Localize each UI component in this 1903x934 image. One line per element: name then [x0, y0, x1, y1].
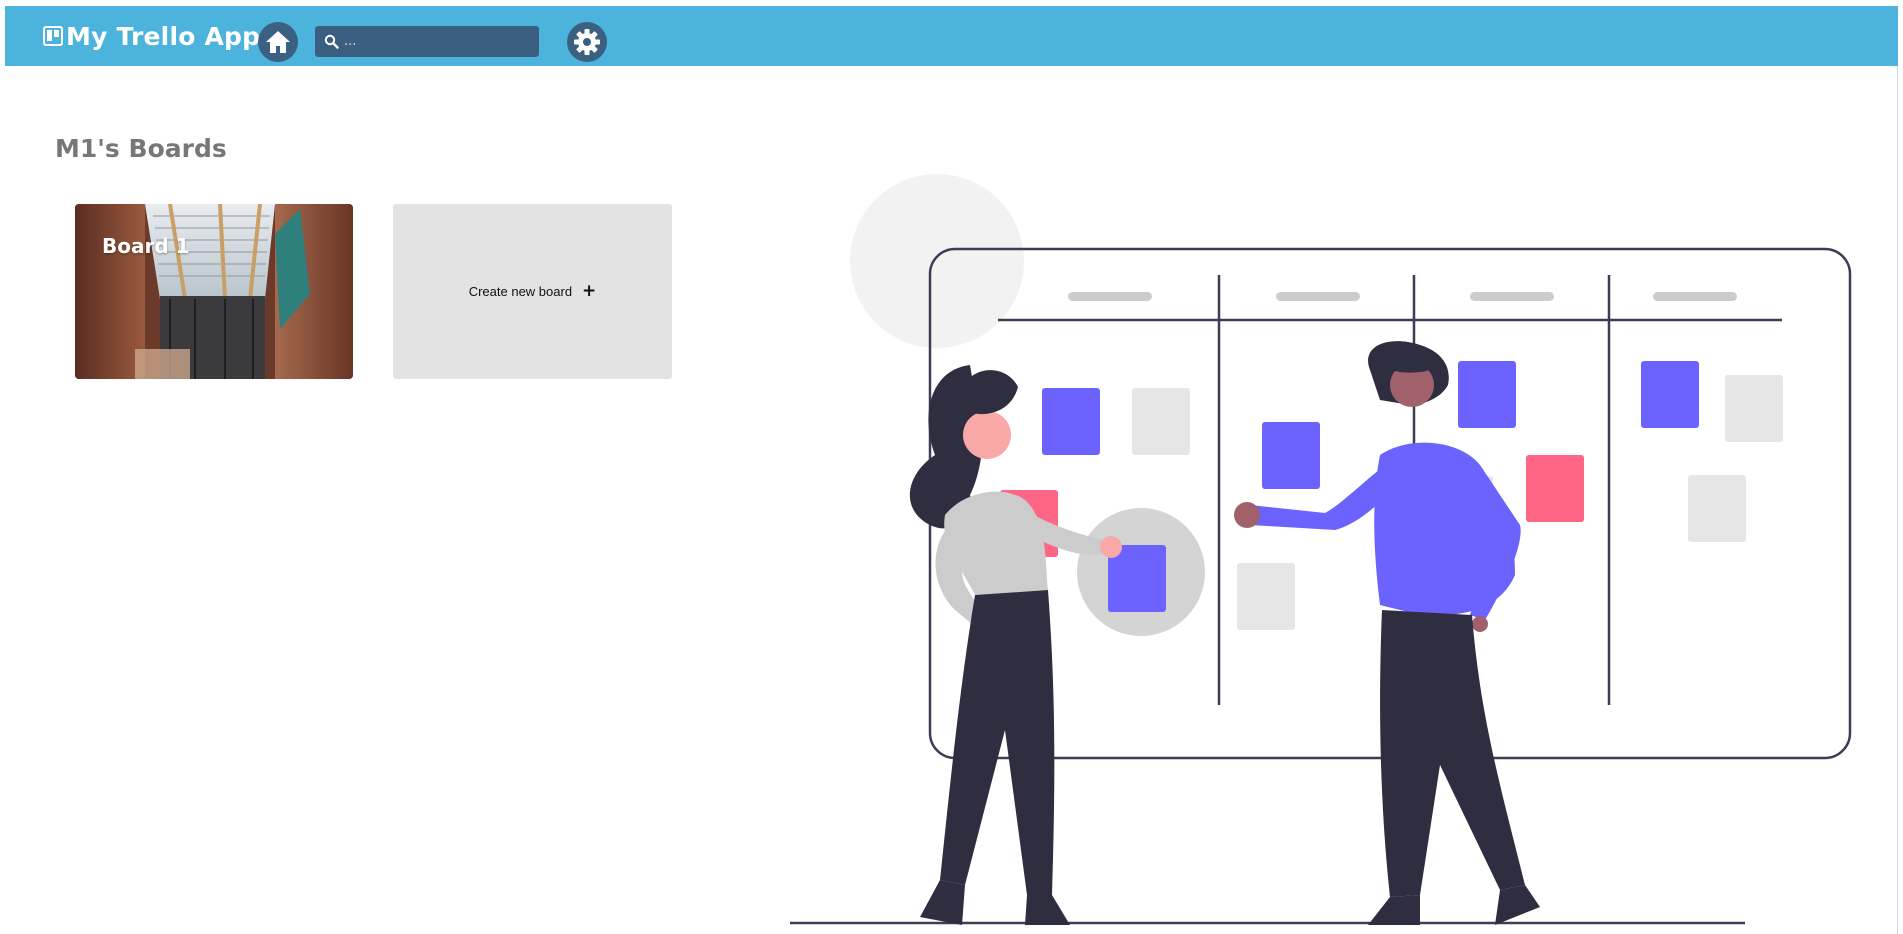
search-input[interactable] — [340, 26, 539, 57]
board-background-image — [75, 204, 353, 379]
search-icon — [322, 33, 340, 51]
board-icon — [43, 26, 63, 46]
search-box — [315, 26, 539, 57]
home-button[interactable] — [258, 22, 298, 62]
create-board-button[interactable]: Create new board + — [393, 204, 672, 379]
plus-icon: + — [582, 281, 597, 301]
app-title: My Trello App — [66, 21, 261, 51]
gear-icon — [574, 29, 600, 55]
kanban-illustration — [790, 174, 1852, 925]
page-title: M1's Boards — [55, 134, 227, 163]
board-card[interactable]: Board 1 — [75, 204, 353, 379]
settings-button[interactable] — [567, 22, 607, 62]
create-board-label: Create new board — [468, 284, 573, 299]
home-icon — [266, 31, 290, 53]
navbar: My Trello App — [5, 6, 1898, 66]
app-brand[interactable]: My Trello App — [43, 18, 260, 54]
board-name: Board 1 — [102, 234, 190, 258]
